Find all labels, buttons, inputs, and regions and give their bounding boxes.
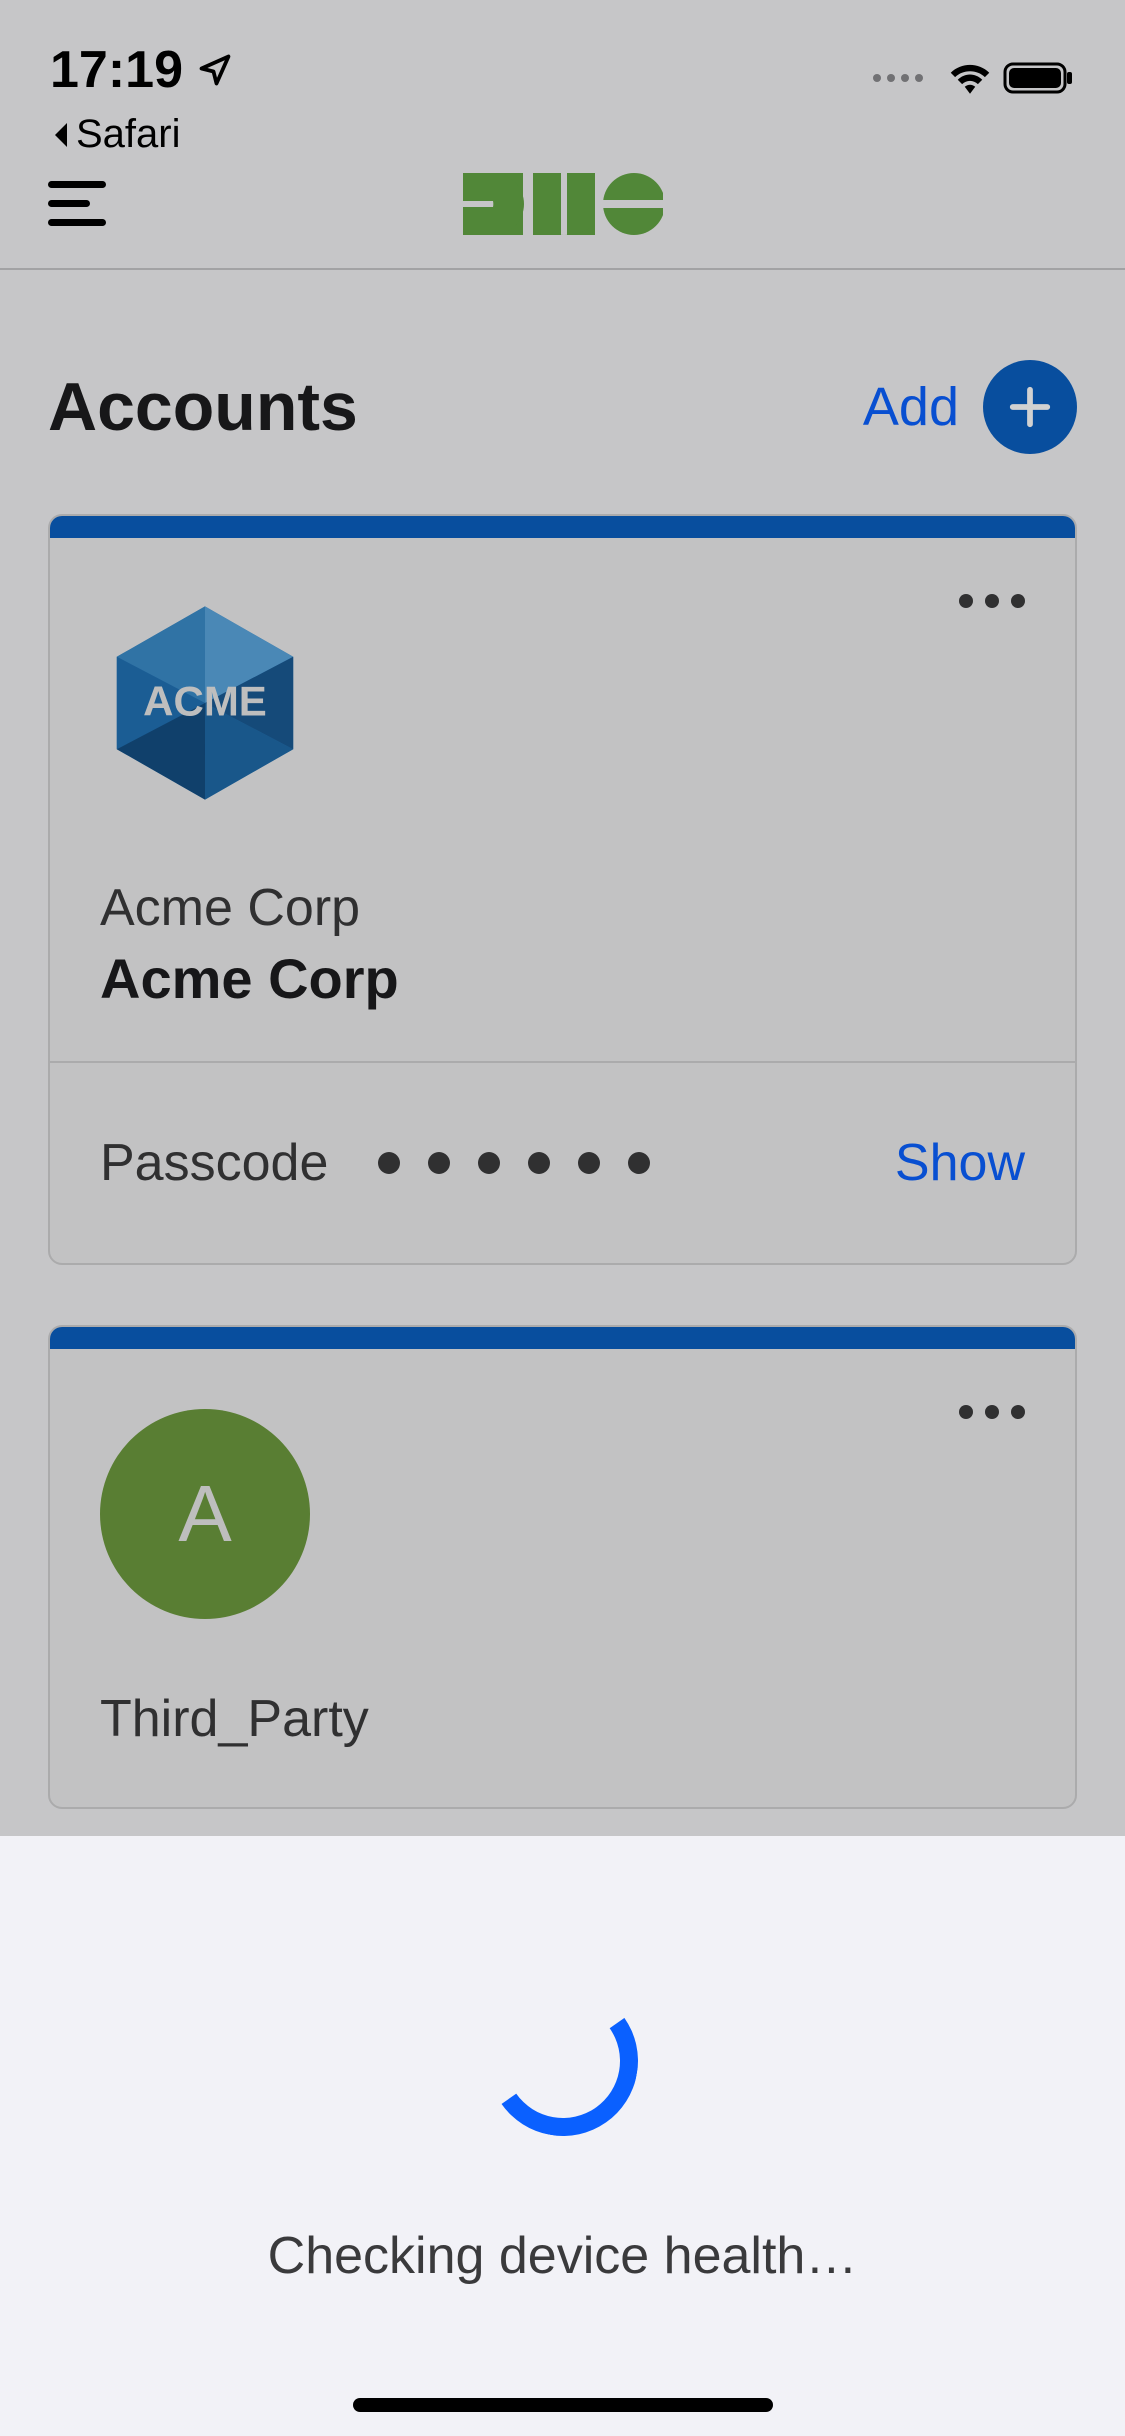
wifi-icon	[949, 62, 991, 94]
cellular-dots-icon	[873, 74, 923, 82]
card-accent-stripe	[50, 516, 1075, 538]
page-title: Accounts	[48, 368, 358, 446]
modal-message: Checking device health…	[268, 2226, 858, 2286]
avatar-letter: A	[178, 1468, 231, 1560]
passcode-masked	[378, 1152, 895, 1174]
device-health-sheet: Checking device health…	[0, 1836, 1125, 2436]
duo-logo	[463, 173, 663, 235]
add-account-button[interactable]: Add	[863, 360, 1077, 454]
plus-icon	[983, 360, 1077, 454]
account-logo: A	[100, 1409, 310, 1619]
loading-spinner-icon	[476, 1974, 650, 2148]
nav-header	[0, 140, 1125, 270]
back-app-label: Safari	[76, 112, 181, 157]
account-name-label: Acme Corp	[100, 946, 1025, 1011]
passcode-label: Passcode	[100, 1133, 328, 1193]
status-time: 17:19	[50, 40, 183, 100]
home-indicator[interactable]	[353, 2398, 773, 2412]
account-logo: ACME	[100, 598, 310, 808]
account-more-button[interactable]	[959, 1405, 1025, 1419]
chevron-left-icon	[50, 120, 72, 150]
section-header: Accounts Add	[0, 270, 1125, 514]
status-bar: 17:19 Safari	[0, 0, 1125, 140]
back-to-app-button[interactable]: Safari	[50, 112, 233, 157]
card-accent-stripe	[50, 1327, 1075, 1349]
account-org-label: Third_Party	[100, 1689, 1025, 1749]
battery-icon	[1003, 60, 1075, 96]
account-org-label: Acme Corp	[100, 878, 1025, 938]
account-more-button[interactable]	[959, 594, 1025, 608]
svg-text:ACME: ACME	[143, 678, 267, 725]
passcode-row: Passcode Show	[50, 1063, 1075, 1263]
add-label: Add	[863, 376, 959, 438]
account-card[interactable]: A Third_Party	[48, 1325, 1077, 1809]
menu-button[interactable]	[48, 181, 106, 227]
show-passcode-button[interactable]: Show	[895, 1133, 1025, 1193]
account-card[interactable]: ACME Acme Corp Acme Corp Passcode Show	[48, 514, 1077, 1265]
location-icon	[197, 52, 233, 88]
